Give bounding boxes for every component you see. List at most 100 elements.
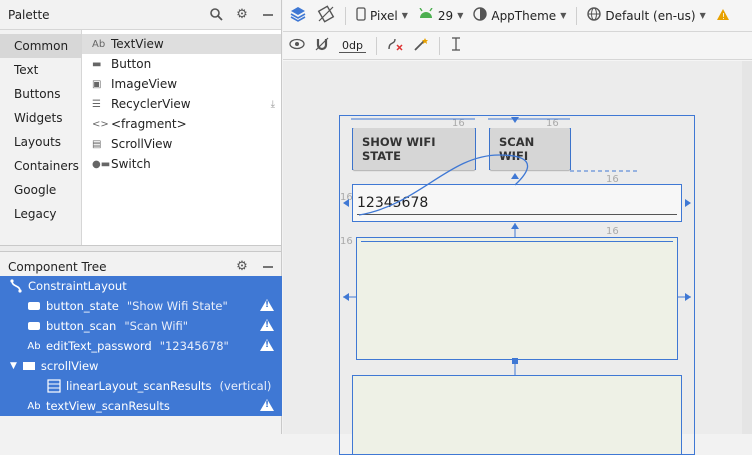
- default-margin-field[interactable]: 0dp: [339, 39, 366, 53]
- component-tree: ConstraintLayout button_state "Show Wifi…: [0, 276, 282, 416]
- theme-label: AppTheme: [491, 8, 557, 23]
- category-common[interactable]: Common: [0, 34, 81, 58]
- button-scan-label: SCAN WIFI: [490, 128, 570, 170]
- textview-icon: Ab: [92, 38, 106, 50]
- category-buttons[interactable]: Buttons: [0, 82, 81, 106]
- minimize-icon[interactable]: [261, 8, 275, 22]
- tree-node-text: (vertical): [219, 379, 272, 393]
- textview-scanresults-box[interactable]: [352, 375, 682, 455]
- button-icon: [26, 301, 42, 311]
- scrollview-box[interactable]: [356, 237, 678, 360]
- password-edittext[interactable]: 12345678: [352, 184, 682, 222]
- button-state-label: SHOW WIFI STATE: [353, 128, 475, 170]
- scrollview-icon: ▤: [92, 138, 102, 150]
- theme-dropdown[interactable]: AppTheme ▼: [473, 7, 566, 24]
- palette-item-label: ScrollView: [111, 137, 173, 151]
- left-panel: Palette ⚙ Common Text Buttons Widgets La…: [0, 0, 282, 434]
- theme-icon: [473, 7, 488, 24]
- layers-icon[interactable]: [289, 5, 307, 26]
- api-dropdown[interactable]: 29 ▼: [418, 7, 464, 23]
- tree-node-label: scrollView: [40, 359, 99, 373]
- tree-node-edittext-password[interactable]: Ab editText_password "12345678": [0, 336, 282, 356]
- warning-icon[interactable]: !: [716, 8, 730, 24]
- clear-constraints-icon[interactable]: [387, 37, 403, 54]
- category-google[interactable]: Google: [0, 178, 81, 202]
- textview-icon: Ab: [27, 400, 41, 412]
- gear-icon[interactable]: ⚙: [235, 7, 249, 22]
- minimize-icon[interactable]: [261, 260, 275, 274]
- palette-item-button[interactable]: ▬ Button: [82, 54, 281, 74]
- palette-item-label: ImageView: [111, 77, 178, 91]
- linearlayout-icon: [46, 379, 62, 393]
- show-wifi-state-button[interactable]: SHOW WIFI STATE: [352, 128, 476, 170]
- download-icon[interactable]: ⤓: [271, 99, 275, 110]
- eye-icon[interactable]: [289, 38, 305, 53]
- palette-item-imageview[interactable]: ▣ ImageView: [82, 74, 281, 94]
- margin-label: 16: [452, 118, 465, 129]
- constraint-layout-icon: [8, 279, 24, 293]
- constraint-toolbar: 0dp: [283, 32, 752, 60]
- palette-item-fragment[interactable]: <> <fragment>: [82, 114, 281, 134]
- search-icon[interactable]: [209, 8, 223, 22]
- warning-icon[interactable]: [260, 399, 274, 411]
- palette-item-scrollview[interactable]: ▤ ScrollView: [82, 134, 281, 154]
- palette-item-label: TextView: [111, 37, 164, 51]
- scan-wifi-button[interactable]: SCAN WIFI: [489, 128, 571, 170]
- chevron-down-icon: ▼: [560, 11, 567, 20]
- palette-item-textview[interactable]: Ab TextView: [82, 34, 281, 54]
- gear-icon[interactable]: ⚙: [235, 259, 249, 274]
- warning-icon[interactable]: [260, 319, 274, 331]
- palette-item-switch[interactable]: ●▬ Switch: [82, 154, 281, 174]
- scrollview-icon: [21, 361, 37, 371]
- tree-node-textview-scanresults[interactable]: Ab textView_scanResults: [0, 396, 282, 416]
- palette-item-label: <fragment>: [111, 117, 187, 131]
- palette-title: Palette: [8, 7, 50, 22]
- category-text[interactable]: Text: [0, 58, 81, 82]
- design-canvas[interactable]: SHOW WIFI STATE SCAN WIFI 16 16 16 16 16…: [283, 61, 752, 455]
- toolbar-separator: [576, 6, 578, 25]
- magnet-icon[interactable]: [315, 37, 329, 54]
- category-legacy[interactable]: Legacy: [0, 202, 81, 226]
- canvas-scrollbar[interactable]: [742, 61, 752, 434]
- align-icon[interactable]: [450, 37, 462, 54]
- palette-item-recyclerview[interactable]: ☰ RecyclerView ⤓: [82, 94, 281, 114]
- warning-icon[interactable]: [260, 299, 274, 311]
- palette-item-label: Switch: [111, 157, 151, 171]
- device-dropdown[interactable]: Pixel ▼: [356, 7, 408, 24]
- warning-icon[interactable]: [260, 339, 274, 351]
- palette-item-label: Button: [111, 57, 152, 71]
- edittext-underline: [357, 214, 677, 215]
- tree-node-text: "Scan Wifi": [124, 319, 189, 333]
- locale-dropdown[interactable]: Default (en-us) ▼: [587, 7, 706, 24]
- orientation-icon[interactable]: [317, 5, 335, 26]
- chevron-down-icon: ▼: [699, 11, 706, 20]
- palette-categories: Common Text Buttons Widgets Layouts Cont…: [0, 30, 82, 245]
- api-label: 29: [437, 8, 454, 23]
- tree-node-button-state[interactable]: button_state "Show Wifi State": [0, 296, 282, 316]
- tree-node-label: ConstraintLayout: [28, 279, 127, 293]
- button-icon: ▬: [92, 58, 102, 70]
- editor-toolbar: Pixel ▼ 29 ▼ AppTheme ▼ Default (en-us) …: [283, 0, 752, 32]
- margin-label: 16: [546, 118, 559, 129]
- svg-text:!: !: [722, 12, 725, 21]
- chevron-down-icon: ▼: [457, 11, 464, 20]
- expand-arrow-icon[interactable]: ▼: [10, 361, 17, 371]
- chevron-down-icon: ▼: [401, 11, 408, 20]
- category-layouts[interactable]: Layouts: [0, 130, 81, 154]
- category-containers[interactable]: Containers: [0, 154, 81, 178]
- tree-node-constraintlayout[interactable]: ConstraintLayout: [0, 276, 282, 296]
- tree-node-label: textView_scanResults: [46, 399, 170, 413]
- tree-node-linearlayout[interactable]: linearLayout_scanResults (vertical): [0, 376, 282, 396]
- palette-items: Ab TextView ▬ Button ▣ ImageView ☰ Recyc…: [82, 30, 281, 245]
- edittext-icon: Ab: [27, 340, 41, 352]
- button-icon: [26, 321, 42, 331]
- tree-node-scrollview[interactable]: ▼ scrollView: [0, 356, 282, 376]
- android-icon: [418, 7, 434, 23]
- infer-constraints-icon[interactable]: [413, 37, 429, 54]
- tree-node-label: editText_password: [46, 339, 152, 353]
- tree-node-label: button_state: [46, 299, 119, 313]
- toolbar-separator: [345, 6, 346, 25]
- tree-node-button-scan[interactable]: button_scan "Scan Wifi": [0, 316, 282, 336]
- category-widgets[interactable]: Widgets: [0, 106, 81, 130]
- tree-node-text: "12345678": [159, 339, 229, 353]
